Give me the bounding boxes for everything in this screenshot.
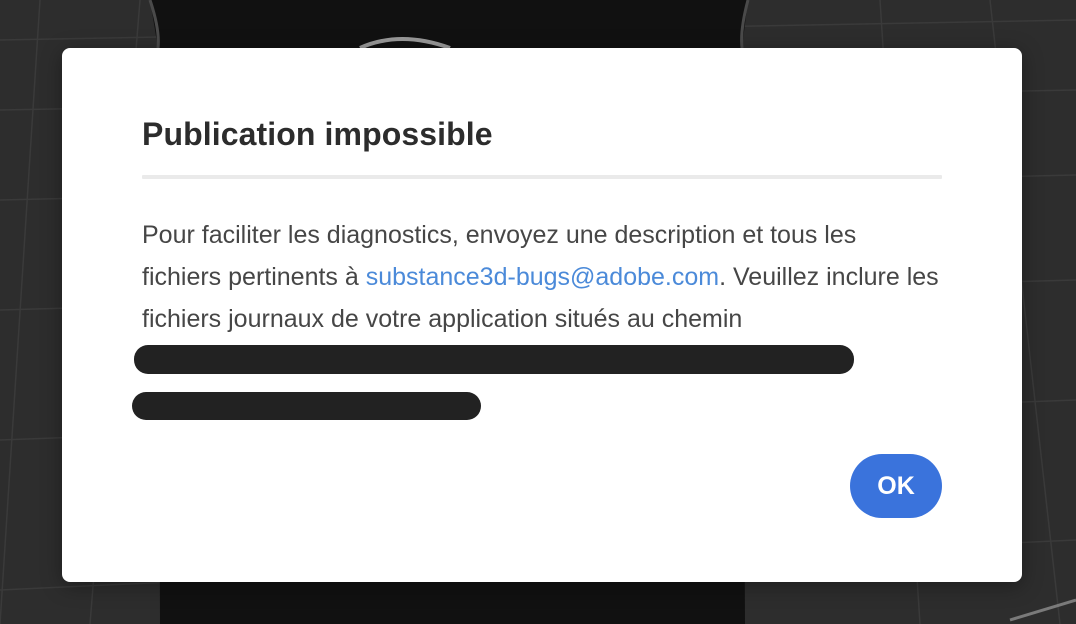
ok-button[interactable]: OK (850, 454, 942, 518)
dialog-title: Publication impossible (142, 116, 493, 152)
dialog-message: Pour faciliter les diagnostics, envoyez … (142, 214, 942, 340)
redacted-log-path-line1 (134, 345, 854, 374)
title-divider (142, 175, 942, 179)
support-email-link[interactable]: substance3d-bugs@adobe.com (366, 263, 719, 291)
app-viewport: Publication impossible Pour faciliter le… (0, 0, 1076, 624)
redacted-log-path-line2 (132, 392, 481, 420)
error-dialog: Publication impossible Pour faciliter le… (62, 48, 1022, 582)
